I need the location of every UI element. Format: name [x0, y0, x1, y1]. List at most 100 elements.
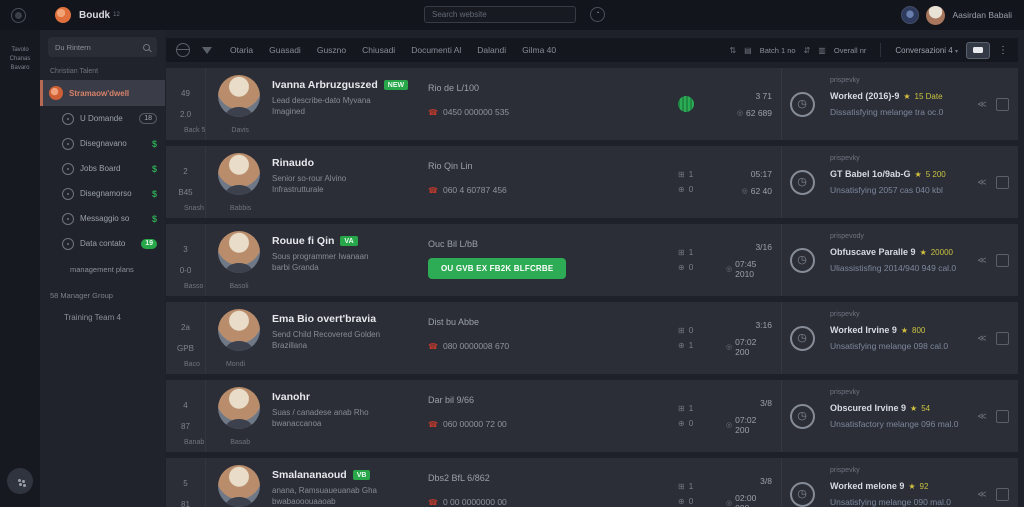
primary-action-button[interactable]: OU GVB EX FB2K BLFCRBE: [428, 258, 566, 279]
phone-number[interactable]: 080 0000008 670: [443, 341, 509, 351]
avatar-link-1[interactable]: Basso: [184, 283, 203, 290]
view-tab[interactable]: Dalandi: [477, 45, 506, 55]
docs-count-value: 1: [689, 248, 693, 257]
rank-bottom-value: 81: [181, 500, 190, 507]
org-badge-avatar[interactable]: [901, 6, 919, 24]
history-ring-icon[interactable]: ◷: [790, 482, 815, 507]
sidebar-item[interactable]: Disegnamorso $: [40, 181, 165, 206]
view-tab[interactable]: Guszno: [317, 45, 346, 55]
home-icon[interactable]: [11, 8, 26, 23]
candidate-avatar[interactable]: [218, 153, 260, 195]
candidate-name[interactable]: Rouue fi Qin: [272, 235, 334, 247]
candidate-row[interactable]: 2a GPB Baco Mondi Ema Bio overt'br: [166, 302, 1018, 374]
collapse-icon[interactable]: ≪: [977, 177, 986, 188]
candidate-row[interactable]: 5 81 Barab Basiab Smalananaoud: [166, 458, 1018, 507]
avatar-link-2[interactable]: Basoli: [229, 283, 248, 290]
avatar-link-2[interactable]: Basab: [230, 439, 250, 446]
rail-item[interactable]: Chanas: [10, 53, 31, 62]
global-search-input[interactable]: [424, 6, 576, 23]
collapse-icon[interactable]: ≪: [977, 489, 986, 500]
phone-number[interactable]: 060 4 60787 456: [443, 185, 507, 195]
sidebar-item-selected[interactable]: Stramaow'dwell: [40, 80, 165, 106]
activity-label: prispevody: [830, 233, 964, 240]
history-ring-icon[interactable]: ◷: [790, 248, 815, 273]
candidate-name[interactable]: Ema Bio overt'bravia: [272, 313, 376, 325]
history-ring-icon[interactable]: ◷: [790, 326, 815, 351]
history-ring-icon[interactable]: ◷: [790, 404, 815, 429]
avatar-link-2[interactable]: Babbis: [230, 205, 251, 212]
candidate-name[interactable]: Smalananaoud: [272, 469, 347, 481]
card-view-toggle-button[interactable]: [966, 42, 990, 59]
activity-column: ◷: [782, 68, 822, 140]
user-name[interactable]: Aasirdan Babali: [952, 10, 1012, 20]
candidate-row[interactable]: 49 2.0 Back 5 Davis Ivanna Arbruzg: [166, 68, 1018, 140]
sidebar-item[interactable]: Disegnavano $: [40, 131, 165, 156]
sidebar-item[interactable]: Data contato 19: [40, 231, 165, 256]
avatar-link-2[interactable]: Mondi: [226, 361, 245, 368]
avatar-link-1[interactable]: Back 5: [184, 127, 205, 134]
stat-row-2: ⊕ 1: [678, 341, 726, 350]
avatar-link-2[interactable]: Davis: [231, 127, 249, 134]
notifications-icon[interactable]: ◔: [590, 7, 605, 22]
candidate-row[interactable]: 3 0-0 Basso Basoli Rouue fi Qin: [166, 224, 1018, 296]
phone-number[interactable]: 0450 000000 535: [443, 107, 509, 117]
more-options-icon[interactable]: ⋮: [998, 45, 1008, 56]
shares-count-value: 0: [689, 419, 693, 428]
view-tab[interactable]: Otaria: [230, 45, 253, 55]
brand-logo-icon[interactable]: [55, 7, 71, 23]
sidebar-item[interactable]: Messaggio so $: [40, 206, 165, 231]
rail-item[interactable]: Tavolo: [10, 44, 31, 53]
user-avatar[interactable]: [926, 6, 945, 25]
avatar-link-1[interactable]: Banab: [184, 439, 204, 446]
sidebar-management-link[interactable]: management plans: [70, 265, 165, 274]
row-checkbox[interactable]: [996, 332, 1009, 345]
view-tab[interactable]: Chiusadi: [362, 45, 395, 55]
phone-number[interactable]: 0 00 0000000 00: [443, 497, 507, 507]
view-tab[interactable]: Documenti Al: [411, 45, 461, 55]
candidate-avatar[interactable]: [218, 75, 260, 117]
candidate-row[interactable]: 2 B45 Snash Babbis Rinaudo: [166, 146, 1018, 218]
sidebar-item[interactable]: U Domande 18: [40, 106, 165, 131]
candidate-avatar[interactable]: [218, 387, 260, 429]
sidebar-item-training-team[interactable]: Training Team 4: [64, 313, 165, 322]
candidate-name[interactable]: Rinaudo: [272, 157, 314, 169]
history-ring-icon[interactable]: ◷: [790, 92, 815, 117]
list-view-icon[interactable]: ▤: [744, 46, 752, 55]
candidate-avatar[interactable]: [218, 231, 260, 273]
collapse-icon[interactable]: ≪: [977, 411, 986, 422]
sort-asc-icon[interactable]: ⇅: [729, 46, 736, 55]
sidebar-item[interactable]: Jobs Board $: [40, 156, 165, 181]
collapse-icon[interactable]: ≪: [977, 333, 986, 344]
row-checkbox[interactable]: [996, 98, 1009, 111]
sidebar-item-badge: 19: [141, 239, 157, 249]
collapse-icon[interactable]: ≪: [977, 99, 986, 110]
row-checkbox[interactable]: [996, 488, 1009, 501]
globe-icon[interactable]: [176, 43, 190, 57]
row-checkbox[interactable]: [996, 254, 1009, 267]
candidate-avatar[interactable]: [218, 465, 260, 507]
phone-number[interactable]: 060 00000 72 00: [443, 419, 507, 429]
row-checkbox[interactable]: [996, 410, 1009, 423]
avatar-link-1[interactable]: Snash: [184, 205, 204, 212]
batch-sort-label[interactable]: Batch 1 no: [760, 46, 796, 55]
avatar-link-1[interactable]: Baco: [184, 361, 200, 368]
view-tab[interactable]: Gilma 40: [522, 45, 556, 55]
sidebar-search-input[interactable]: Du Rintern: [48, 37, 157, 57]
candidate-avatar[interactable]: [218, 309, 260, 351]
rail-item[interactable]: Bavaro: [10, 62, 31, 71]
candidate-name[interactable]: Ivanohr: [272, 391, 310, 403]
phone-icon: ☎: [428, 420, 438, 429]
collapse-icon[interactable]: ≪: [977, 255, 986, 266]
grid-view-icon[interactable]: ▥: [818, 46, 826, 55]
view-tab[interactable]: Guasadi: [269, 45, 301, 55]
sort-desc-icon[interactable]: ⇵: [804, 46, 811, 55]
candidate-row[interactable]: 4 87 Banab Basab Ivanohr: [166, 380, 1018, 452]
overall-sort-label[interactable]: Overall nr: [834, 46, 867, 55]
filter-icon[interactable]: [202, 47, 212, 54]
history-ring-icon[interactable]: ◷: [790, 170, 815, 195]
row-checkbox[interactable]: [996, 176, 1009, 189]
docs-count-icon: ⊞: [678, 404, 685, 413]
conversations-button[interactable]: Conversazioni 4 ▾: [895, 46, 958, 55]
candidate-name[interactable]: Ivanna Arbruzguszed: [272, 79, 378, 91]
settings-fab-button[interactable]: [7, 468, 33, 494]
